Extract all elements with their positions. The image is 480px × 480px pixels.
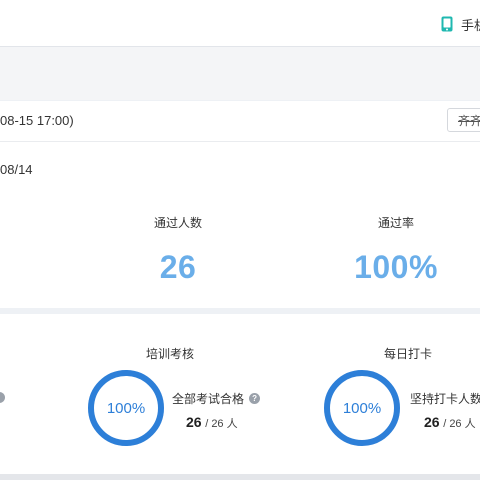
checkin-count-total: / 26 人: [443, 418, 476, 430]
pass-rate-value: 100%: [354, 249, 438, 285]
toolbar-band: [0, 47, 480, 100]
passed-count-value: 26: [159, 249, 197, 285]
period-range-text: 08-15 17:00): [0, 113, 74, 128]
training-progress-ring: 100%: [86, 368, 166, 448]
phone-icon: [441, 16, 453, 32]
checkin-count-value: 26: [424, 414, 440, 430]
period-button[interactable]: 齐齐哈: [447, 108, 480, 132]
checkin-metric-label: 坚持打卡人数: [410, 392, 480, 406]
checkin-metric: 坚持打卡人数 ?: [410, 390, 480, 407]
mobile-link[interactable]: 手机: [441, 14, 480, 34]
stats-card: 08/14 通过人数 26 通过率 100%: [0, 142, 480, 308]
training-count-total: / 26 人: [205, 418, 238, 430]
help-icon[interactable]: ?: [249, 393, 261, 404]
training-metric: 全部考试合格 ?: [172, 390, 261, 407]
checkin-ring-text: 100%: [342, 399, 382, 417]
training-count-value: 26: [186, 414, 202, 430]
stats-date: 08/14: [0, 162, 33, 177]
passed-count-label: 通过人数: [153, 216, 202, 230]
checkin-progress-ring: 100%: [322, 368, 402, 448]
training-metric-label: 全部考试合格: [172, 392, 245, 406]
passed-count-block: 通过人数 26: [128, 214, 228, 286]
mobile-link-label: 手机: [461, 17, 480, 33]
pass-rate-label: 通过率: [377, 216, 414, 230]
pass-rate-block: 通过率 100%: [346, 214, 446, 286]
checkin-count: 26 / 26 人: [424, 414, 476, 431]
training-title: 培训考核: [146, 347, 195, 361]
bottom-strip: [0, 474, 480, 480]
period-header: 08-15 17:00): [0, 101, 480, 142]
top-bar: 手机: [0, 0, 480, 47]
training-count: 26 / 26 人: [186, 414, 238, 431]
training-ring-text: 100%: [106, 399, 146, 417]
checkin-title: 每日打卡: [384, 347, 433, 361]
